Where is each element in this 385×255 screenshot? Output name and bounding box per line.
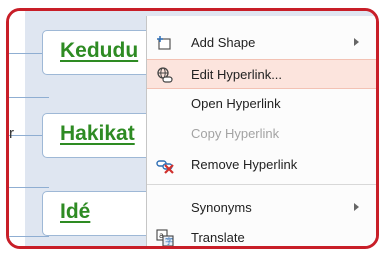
menu-item-label: Remove Hyperlink xyxy=(191,157,298,172)
shape-hyperlink-text[interactable]: Kedudu xyxy=(60,39,138,63)
context-menu: Add Shape Edit Hyperlink... Open Hyperli… xyxy=(146,16,376,246)
connector-line xyxy=(9,187,49,188)
menu-item-remove-hyperlink[interactable]: Remove Hyperlink xyxy=(147,150,376,180)
menu-item-open-hyperlink[interactable]: Open Hyperlink xyxy=(147,89,376,119)
menu-item-label: Open Hyperlink xyxy=(191,96,281,111)
submenu-arrow-icon xyxy=(354,203,359,211)
menu-separator xyxy=(147,184,376,185)
menu-item-copy-hyperlink: Copy Hyperlink xyxy=(147,119,376,149)
connector-line xyxy=(9,97,49,98)
add-shape-icon xyxy=(156,34,174,52)
menu-item-synonyms[interactable]: Synonyms xyxy=(147,193,376,223)
menu-item-label: Translate xyxy=(191,230,245,245)
menu-item-edit-hyperlink[interactable]: Edit Hyperlink... xyxy=(147,59,376,89)
menu-item-label: Add Shape xyxy=(191,35,256,50)
partial-text: r xyxy=(9,125,14,142)
connector-line xyxy=(9,236,49,237)
translate-icon: a 字 xyxy=(156,229,174,246)
svg-text:字: 字 xyxy=(165,236,173,246)
shape-hyperlink-text[interactable]: Hakikat xyxy=(60,122,135,146)
menu-item-label: Synonyms xyxy=(191,200,252,215)
remove-hyperlink-icon xyxy=(156,156,174,174)
menu-item-label: Edit Hyperlink... xyxy=(191,67,283,82)
menu-item-add-shape[interactable]: Add Shape xyxy=(147,28,376,58)
menu-item-translate[interactable]: a 字 Translate xyxy=(147,223,376,246)
screenshot-frame: r Kedudu Hakikat Idé Add Shape Edit Hype… xyxy=(6,8,379,249)
shape-hyperlink-text[interactable]: Idé xyxy=(60,200,90,224)
edit-hyperlink-icon xyxy=(156,66,174,84)
menu-item-label: Copy Hyperlink xyxy=(191,126,280,141)
submenu-arrow-icon xyxy=(354,38,359,46)
